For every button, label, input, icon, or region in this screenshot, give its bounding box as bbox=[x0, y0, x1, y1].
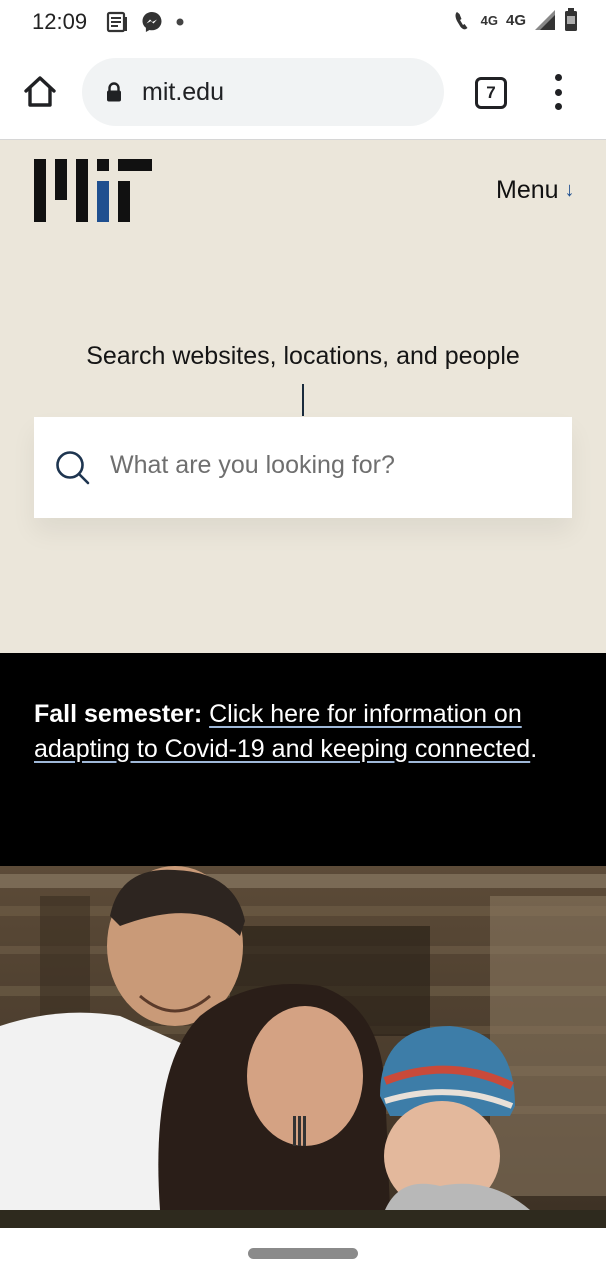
search-heading: Search websites, locations, and people bbox=[86, 342, 520, 370]
lock-icon bbox=[107, 82, 121, 102]
search-input[interactable] bbox=[110, 451, 550, 480]
feature-photo[interactable] bbox=[0, 866, 606, 1210]
battery-icon bbox=[565, 8, 577, 31]
menu-button[interactable]: Menu ↓ bbox=[496, 176, 575, 205]
status-bar: 12:09 4G 4G bbox=[0, 0, 606, 44]
messenger-icon bbox=[142, 12, 162, 32]
status-left-icons bbox=[106, 10, 184, 34]
announcement-label: Fall semester: bbox=[34, 700, 203, 728]
announcement-banner: Fall semester: Click here for informatio… bbox=[0, 653, 606, 866]
decorative-line bbox=[302, 384, 304, 416]
network-type: 4G bbox=[505, 11, 526, 29]
wifi-calling-icon bbox=[455, 12, 468, 30]
address-bar[interactable]: mit.edu bbox=[82, 58, 444, 126]
photo-bottom-edge bbox=[0, 1210, 606, 1228]
news-icon bbox=[106, 11, 127, 33]
search-icon bbox=[56, 451, 90, 485]
notification-dot-icon bbox=[176, 18, 184, 26]
url-text: mit.edu bbox=[142, 78, 224, 106]
tab-count: 7 bbox=[486, 83, 496, 102]
browser-toolbar: mit.edu 7 bbox=[0, 44, 606, 140]
network-type-small: 4G bbox=[480, 12, 498, 28]
system-navigation-bar bbox=[0, 1228, 606, 1280]
search-box[interactable] bbox=[34, 417, 572, 518]
gesture-handle[interactable] bbox=[248, 1248, 358, 1259]
menu-label: Menu bbox=[496, 176, 559, 204]
arrow-down-icon: ↓ bbox=[564, 179, 575, 201]
status-time: 12:09 bbox=[32, 9, 88, 34]
announcement-text: Fall semester: Click here for informatio… bbox=[34, 697, 564, 766]
mit-logo[interactable] bbox=[34, 159, 152, 222]
status-right-icons: 4G 4G bbox=[453, 8, 578, 32]
signal-icon bbox=[535, 10, 555, 30]
family-photo-illustration bbox=[0, 866, 606, 1210]
hero-section: Menu ↓ Search websites, locations, and p… bbox=[0, 140, 606, 653]
more-vert-icon[interactable] bbox=[548, 74, 568, 110]
home-icon[interactable] bbox=[20, 72, 60, 112]
announcement-trailing: . bbox=[530, 734, 538, 763]
tab-switcher-button[interactable]: 7 bbox=[475, 77, 507, 109]
